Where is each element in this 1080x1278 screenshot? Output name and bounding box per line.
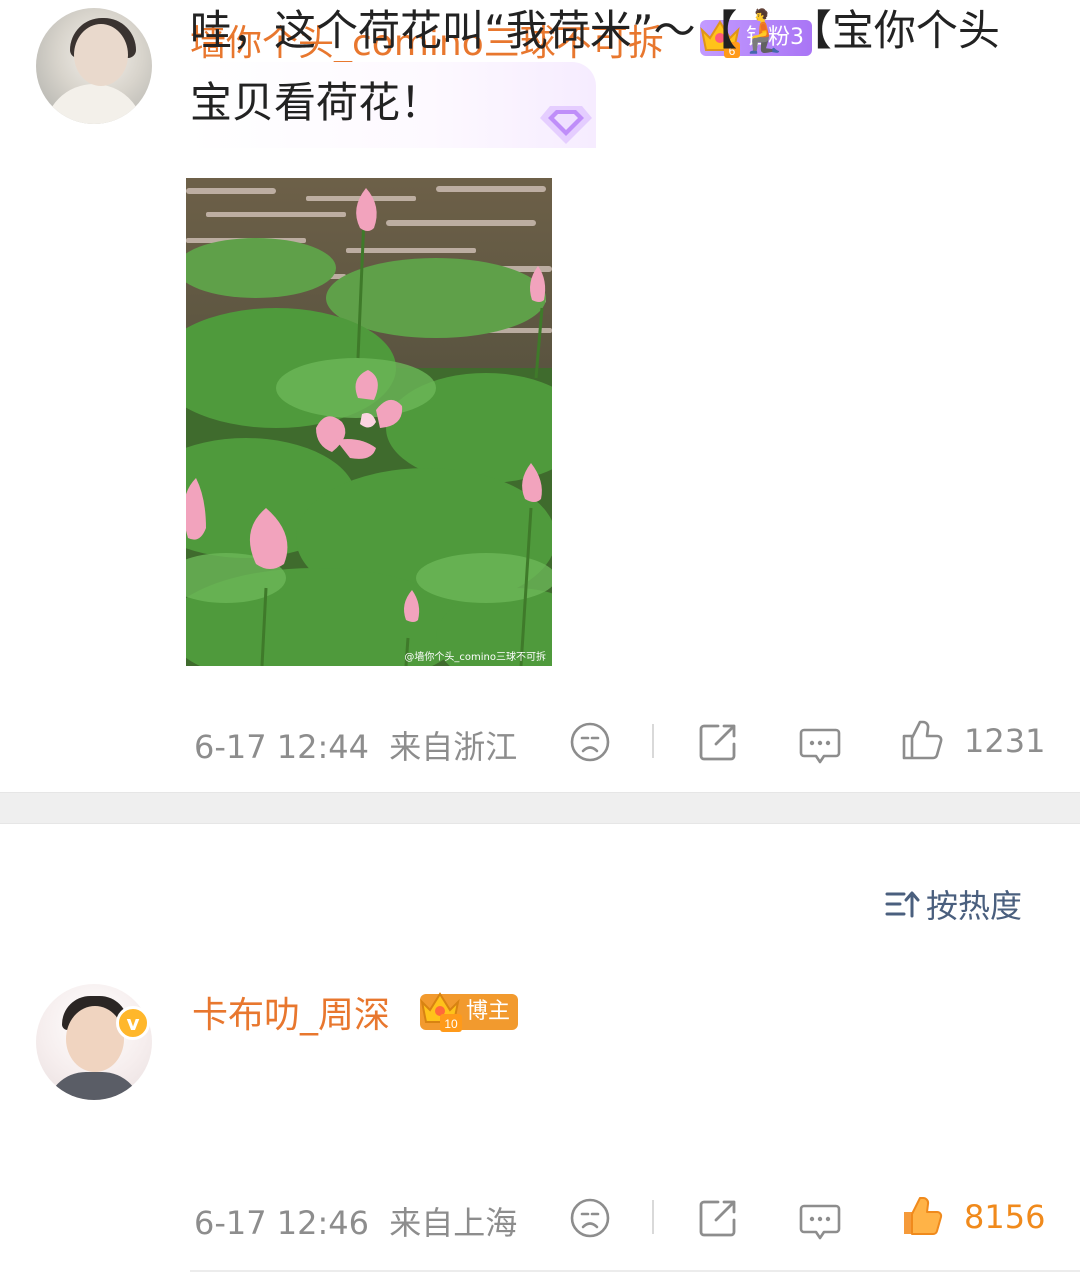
- action-divider: [652, 1200, 654, 1234]
- comment-text: 宝贝看荷花！: [190, 78, 443, 127]
- comment-meta: 6-17 12:44 来自浙江: [194, 722, 517, 768]
- like-count: 8156: [964, 1198, 1046, 1236]
- like-count: 1231: [964, 722, 1046, 760]
- share-icon[interactable]: [696, 720, 740, 764]
- sort-button[interactable]: 按热度: [884, 882, 1022, 926]
- timestamp: 6-17 12:44: [194, 728, 370, 766]
- comment-meta: 6-17 12:46 来自上海: [194, 1198, 517, 1244]
- comment-bubble-icon[interactable]: [798, 722, 842, 766]
- sort-icon: [885, 891, 920, 918]
- avatar[interactable]: [36, 8, 152, 124]
- crown-icon: 10: [420, 992, 462, 1032]
- sort-label: 按热度: [926, 887, 1023, 925]
- sad-face-icon[interactable]: [568, 1196, 612, 1240]
- username[interactable]: 卡布叻_周深: [192, 986, 390, 1038]
- comment-bubble-icon[interactable]: [798, 1198, 842, 1242]
- comment-image[interactable]: @墙你个头_comino三球不可拆: [186, 178, 552, 666]
- sad-face-icon[interactable]: [568, 720, 612, 764]
- host-badge-label: 博主: [466, 999, 511, 1024]
- timestamp: 6-17 12:46: [194, 1204, 370, 1242]
- svg-text:10: 10: [444, 1017, 458, 1031]
- share-icon[interactable]: [696, 1196, 740, 1240]
- thumbs-up-icon[interactable]: [900, 718, 944, 762]
- location: 来自上海: [389, 1204, 518, 1242]
- section-divider: [0, 792, 1080, 824]
- diamond-icon: [540, 106, 592, 144]
- location: 来自浙江: [389, 728, 518, 766]
- thumbs-up-icon-liked[interactable]: [900, 1194, 944, 1238]
- divider: [190, 1270, 1080, 1272]
- action-divider: [652, 724, 654, 758]
- image-watermark: @墙你个头_comino三球不可拆: [404, 650, 546, 663]
- verified-badge: v: [116, 1006, 150, 1040]
- comment-text: 哇，这个荷花叫“我荷米”～【🧎【宝你个头: [190, 6, 1000, 55]
- avatar[interactable]: [36, 984, 152, 1100]
- host-badge[interactable]: 10 博主: [420, 992, 519, 1032]
